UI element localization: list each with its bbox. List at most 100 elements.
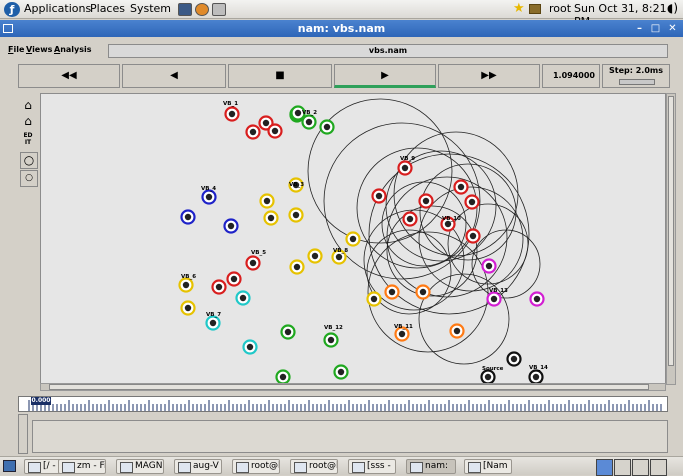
- user-name: root: [549, 2, 572, 15]
- node-14-core: [267, 214, 275, 222]
- tools-launcher-icon[interactable]: [212, 3, 226, 16]
- node-44-core: [398, 330, 406, 338]
- taskbar-item[interactable]: MAGN: [116, 459, 164, 474]
- edit-tool-button[interactable]: ED IT: [20, 132, 36, 147]
- taskbar-item[interactable]: root@l: [290, 459, 338, 474]
- zoom-out-icon[interactable]: ⌂: [20, 114, 36, 129]
- window-frame: [0, 37, 683, 41]
- node-label: VB_11: [394, 324, 413, 330]
- node-30-core: [279, 373, 287, 381]
- places-menu[interactable]: Places: [90, 2, 125, 15]
- network-svg: VB_1 VB_2 VB_3 VB_4 VB_5 VB_6 VB_7 VB_8 VB_9 VB_1…: [178, 98, 548, 384]
- workspace-3[interactable]: [632, 459, 649, 476]
- taskbar-item-label: MAGN: [135, 461, 163, 471]
- taskbar-item[interactable]: [Nam: [464, 459, 512, 474]
- applications-menu[interactable]: Applications: [24, 2, 91, 15]
- window-title-bar[interactable]: nam: vbs.nam – □ ✕: [0, 20, 683, 37]
- node-label: VB_10: [442, 216, 461, 222]
- window-icon: [468, 462, 481, 473]
- node-2-core: [262, 119, 270, 127]
- window-title: nam: vbs.nam: [297, 22, 386, 35]
- timeline[interactable]: 0.000: [18, 396, 668, 412]
- node-49-core: [484, 373, 492, 381]
- node-41-core: [490, 295, 498, 303]
- terminal-launcher-icon[interactable]: [178, 3, 192, 16]
- taskbar-item[interactable]: zm - Fi: [58, 459, 106, 474]
- annotation-area[interactable]: [32, 420, 668, 453]
- window-icon: [294, 462, 307, 473]
- horizontal-scroll-thumb[interactable]: [49, 384, 649, 390]
- views-menu[interactable]: Views: [26, 45, 52, 54]
- stop-button[interactable]: ■: [228, 64, 332, 88]
- browser-launcher-icon[interactable]: [195, 3, 209, 16]
- maximize-button[interactable]: □: [648, 21, 663, 36]
- animation-canvas[interactable]: VB_1 VB_2 VB_3 VB_4 VB_5 VB_6 VB_7 VB_8 VB_9 VB_1…: [40, 93, 666, 385]
- minimize-button[interactable]: –: [632, 21, 647, 36]
- play-button[interactable]: ▶: [334, 64, 436, 88]
- node-11-core: [263, 197, 271, 205]
- taskbar-item[interactable]: aug-V: [174, 459, 222, 474]
- show-desktop-icon[interactable]: [3, 460, 16, 472]
- node-25-core: [209, 319, 217, 327]
- taskbar: [/ - Filezm - FiMAGNaug-Vroot@lroot@l[ss…: [0, 456, 683, 476]
- node-39-core: [469, 232, 477, 240]
- taskbar-item-label: [sss -: [367, 461, 391, 471]
- node-34-core: [422, 197, 430, 205]
- vertical-scrollbar[interactable]: [666, 93, 676, 385]
- log-scroll[interactable]: [18, 414, 28, 454]
- node-37-core: [457, 183, 465, 191]
- node-label: VB_13: [489, 288, 508, 294]
- node-50-core: [532, 373, 540, 381]
- fast-forward-button[interactable]: ▶▶: [438, 64, 540, 88]
- vertical-scroll-thumb[interactable]: [668, 96, 674, 366]
- node-20-core: [230, 275, 238, 283]
- node-0-core: [228, 110, 236, 118]
- step-slider[interactable]: [619, 79, 655, 85]
- node-28-core: [327, 336, 335, 344]
- taskbar-item-label: root@l: [251, 461, 280, 471]
- zoom-in-icon[interactable]: ⌂: [20, 98, 36, 113]
- node-5-core: [305, 118, 313, 126]
- node-label: VB_12: [324, 325, 343, 331]
- window-icon: [120, 462, 133, 473]
- step-control[interactable]: Step: 2.0ms: [602, 64, 670, 88]
- taskbar-item[interactable]: nam:: [406, 459, 456, 474]
- node-9-core: [205, 193, 213, 201]
- node-43-core: [453, 327, 461, 335]
- circle-icon[interactable]: ○: [20, 152, 38, 169]
- workspace-1[interactable]: [596, 459, 613, 476]
- system-menu[interactable]: System: [130, 2, 171, 15]
- node-label: VB_3: [289, 182, 304, 188]
- star-icon[interactable]: ★: [513, 1, 525, 16]
- workspace-2[interactable]: [614, 459, 631, 476]
- node-31-core: [294, 109, 302, 117]
- filename-display: vbs.nam: [108, 44, 668, 58]
- rewind-button[interactable]: ◀◀: [18, 64, 120, 88]
- analysis-menu[interactable]: Analysis: [54, 45, 92, 54]
- node-10-core: [227, 222, 235, 230]
- taskbar-item[interactable]: root@l: [232, 459, 280, 474]
- taskbar-item-label: [Nam: [483, 461, 508, 471]
- workspace-4[interactable]: [650, 459, 667, 476]
- node-label: VB_1: [223, 101, 238, 107]
- gnome-foot-icon[interactable]: ƒ: [4, 2, 20, 17]
- close-button[interactable]: ✕: [665, 21, 680, 36]
- node-42-core: [533, 295, 541, 303]
- node-13-core: [292, 211, 300, 219]
- window-menu-icon[interactable]: [3, 24, 13, 33]
- update-icon[interactable]: [529, 4, 541, 14]
- taskbar-item[interactable]: [sss -: [348, 459, 396, 474]
- window-icon: [410, 462, 423, 473]
- node-27-core: [284, 328, 292, 336]
- node-21-core: [215, 283, 223, 291]
- taskbar-item-label: zm - Fi: [77, 461, 106, 471]
- small-circle-icon[interactable]: ○: [20, 170, 38, 187]
- taskbar-item-label: root@l: [309, 461, 338, 471]
- node-label: VB_7: [206, 312, 221, 318]
- file-menu[interactable]: File: [8, 45, 24, 54]
- node-label: VB_5: [251, 250, 266, 256]
- volume-icon[interactable]: ◖): [667, 1, 678, 15]
- horizontal-scrollbar[interactable]: [40, 383, 666, 391]
- step-back-button[interactable]: ◀: [122, 64, 226, 88]
- time-marker[interactable]: 0.000: [31, 397, 51, 405]
